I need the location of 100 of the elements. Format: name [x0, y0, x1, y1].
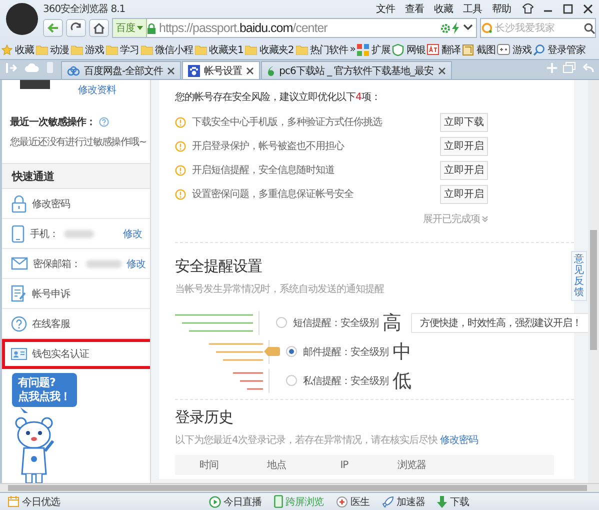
level-lines-drawing: [233, 368, 270, 392]
change-password-link[interactable]: 修改密码: [440, 435, 478, 446]
bookmark-item[interactable]: 收藏: [1, 42, 34, 56]
menu-item[interactable]: 手机： 修改: [2, 219, 150, 249]
menu-item[interactable]: 修改密码: [2, 189, 150, 219]
gear-icon[interactable]: [440, 22, 451, 34]
status-item[interactable]: 加速器: [382, 494, 425, 508]
status-item[interactable]: 医生: [336, 494, 370, 508]
bookmark-item[interactable]: 收藏夹2: [245, 42, 294, 56]
help-icon[interactable]: [98, 117, 108, 127]
play-icon: [208, 496, 220, 508]
section-title: 登录历史: [175, 408, 233, 427]
radio-button[interactable]: [286, 375, 297, 386]
avatar[interactable]: [6, 3, 38, 35]
search-icon[interactable]: [584, 22, 595, 34]
phone-icon: [11, 224, 25, 242]
level-marker-icon[interactable]: [264, 347, 280, 356]
risk-item-text: 开启登录保护，帐号被盗也不用担心: [192, 140, 344, 153]
radio-button[interactable]: [276, 317, 287, 328]
bookmark-item[interactable]: 学习: [106, 42, 139, 56]
star-icon: [1, 44, 13, 56]
warning-icon: [175, 116, 186, 128]
window-title: 360安全浏览器 8.1: [43, 2, 126, 16]
calendar-icon: [8, 496, 19, 507]
action-button[interactable]: 立即下载: [440, 112, 488, 132]
translate-icon: [427, 44, 440, 55]
browser-tab[interactable]: 帐号设置: [182, 61, 260, 79]
sidebar-toggle-icon[interactable]: [6, 62, 17, 72]
bookmark-item[interactable]: 翻译: [427, 42, 460, 56]
maximize-icon[interactable]: [562, 2, 574, 14]
menu-item[interactable]: 在线客服: [2, 309, 150, 339]
menu-item[interactable]: 帮助: [492, 2, 511, 16]
warning-icon: [175, 188, 186, 200]
bookmark-item[interactable]: 登录管家: [533, 42, 586, 56]
close-icon[interactable]: [582, 2, 594, 14]
paw-icon: [188, 64, 200, 76]
info-text: 您最近还没有进行过敏感操作哦~: [10, 136, 148, 149]
scrollbar[interactable]: [8, 485, 587, 491]
status-item[interactable]: 下载: [437, 494, 469, 508]
help-icon: [11, 316, 27, 332]
bookmark-item[interactable]: 扩展: [357, 42, 390, 56]
action-button[interactable]: 立即开启: [440, 160, 488, 180]
photo-placeholder: [20, 80, 50, 89]
bookmark-item[interactable]: 热门软件: [296, 42, 348, 56]
feedback-tab[interactable]: 意见反馈: [571, 251, 587, 301]
menu-item[interactable]: 查看: [405, 2, 424, 16]
bookmark-item[interactable]: 微信小程: [141, 42, 193, 56]
section-title: 最近一次敏感操作：: [10, 116, 96, 129]
column-header: 地点: [266, 458, 287, 472]
edit-profile-link[interactable]: 修改资料: [78, 83, 116, 97]
grid-icon: [357, 44, 370, 56]
gamepad-icon: [497, 44, 510, 55]
bookmark-item[interactable]: 网银: [392, 42, 426, 56]
menu-item[interactable]: 收藏: [434, 2, 453, 16]
action-button[interactable]: 立即开启: [440, 184, 488, 204]
status-item[interactable]: 今日直播: [208, 494, 262, 508]
refresh-button[interactable]: [66, 19, 86, 37]
folder-icon: [195, 44, 207, 54]
search-engine-selector[interactable]: 百度: [113, 19, 147, 37]
phone-icon: [274, 495, 282, 508]
warning-icon: [175, 164, 186, 176]
menu-item[interactable]: 文件: [376, 2, 395, 16]
plus-icon: [336, 496, 348, 508]
menu-item[interactable]: 帐号申诉: [2, 279, 150, 309]
bookmark-item[interactable]: 收藏夹1: [195, 42, 244, 56]
padlock-icon: [147, 22, 156, 34]
chevron-down-icon[interactable]: [482, 216, 488, 222]
download-icon: [437, 496, 447, 508]
folder-icon: [36, 44, 48, 54]
home-icon: [93, 22, 105, 34]
bookmark-item[interactable]: 游戏: [71, 42, 104, 56]
address-bar[interactable]: 百度 https://passport.baidu.com/center: [112, 18, 477, 38]
scrollbar[interactable]: [590, 230, 597, 350]
browser-tab[interactable]: 百度网盘-全部文件: [61, 61, 182, 79]
menu-item[interactable]: 密保邮箱： 修改: [2, 249, 150, 279]
radio-button[interactable]: [286, 346, 297, 357]
skin-icon[interactable]: [522, 2, 534, 14]
close-icon[interactable]: [167, 66, 176, 74]
bookmark-item[interactable]: 截图: [462, 42, 496, 56]
browser-tab[interactable]: pc6下载站 _ 官方软件下载基地_最安: [261, 61, 452, 79]
blurred-value: [64, 230, 94, 238]
more-bookmarks-button[interactable]: »: [350, 44, 356, 55]
section-header: 快速通道: [2, 163, 150, 189]
shield-icon: [392, 44, 404, 56]
home-button[interactable]: [89, 19, 109, 37]
help-bubble[interactable]: 有问题? 点我点我！: [12, 373, 76, 406]
close-icon[interactable]: [438, 66, 446, 74]
bookmark-item[interactable]: 动漫: [36, 42, 69, 56]
column-header: 时间: [198, 458, 220, 472]
caret-icon[interactable]: [463, 24, 473, 32]
close-icon[interactable]: [246, 66, 254, 74]
section-title: 安全提醒设置: [175, 257, 262, 276]
level-text: 高: [382, 310, 401, 336]
action-button[interactable]: 立即开启: [440, 136, 488, 156]
menu-item[interactable]: 工具: [463, 2, 482, 16]
highlighted-menu-item[interactable]: 钱包实名认证: [2, 339, 150, 369]
folder-icon: [296, 44, 308, 54]
status-item[interactable]: 今日优选: [8, 494, 60, 508]
bookmark-item[interactable]: 游戏: [497, 42, 532, 56]
rocket-icon: [382, 496, 394, 508]
